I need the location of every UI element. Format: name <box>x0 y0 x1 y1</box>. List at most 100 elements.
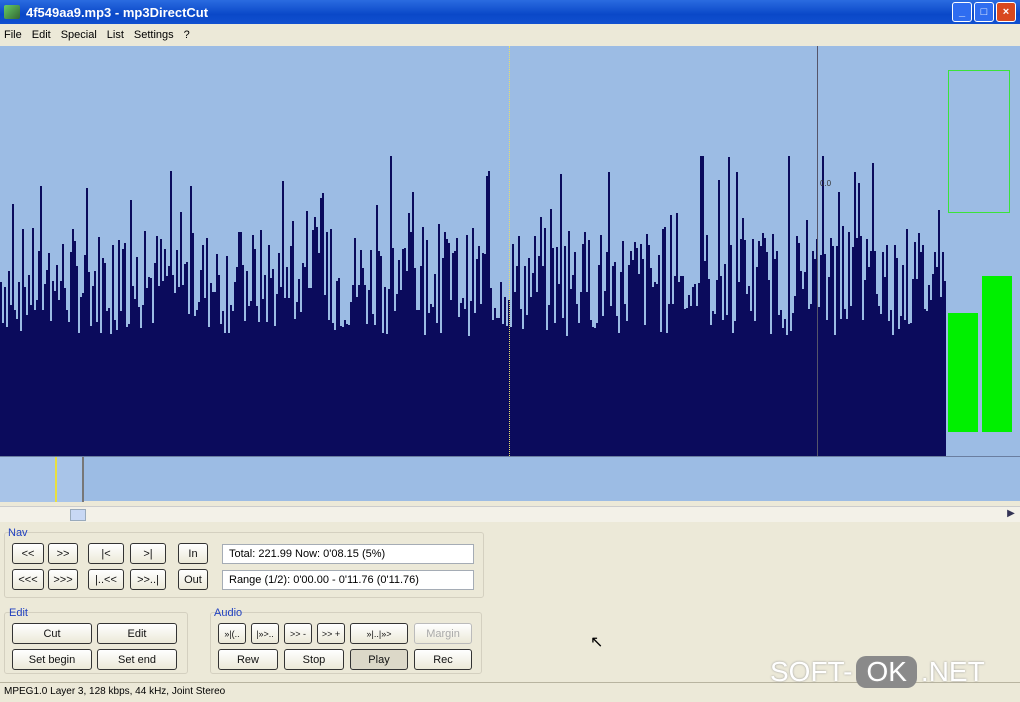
play-around-cut-button[interactable]: »|..|»> <box>350 623 408 644</box>
waveform-bar <box>212 291 214 456</box>
margin-button[interactable]: Margin <box>414 623 472 644</box>
play-to-cut-button[interactable]: »|(.. <box>218 623 246 644</box>
waveform-view[interactable]: 0.0 <box>0 46 1020 456</box>
waveform-bar <box>142 304 144 456</box>
waveform-bar <box>220 324 222 456</box>
waveform-bar <box>352 285 354 456</box>
waveform-bar <box>26 315 28 456</box>
speed-minus-button[interactable]: >> - <box>284 623 312 644</box>
close-button[interactable]: × <box>996 2 1016 22</box>
go-start-button[interactable]: |< <box>88 543 124 564</box>
waveform-bar <box>24 287 26 456</box>
waveform-bar <box>116 330 118 456</box>
waveform-bar <box>524 265 526 456</box>
waveform-bar <box>880 314 882 456</box>
waveform-bar <box>634 241 636 456</box>
minimize-button[interactable]: _ <box>952 2 972 22</box>
waveform-bar <box>532 272 534 456</box>
overview-strip[interactable] <box>0 456 1020 502</box>
waveform-bar <box>124 243 126 456</box>
waveform-bar <box>190 186 192 456</box>
waveform-bar <box>60 281 62 456</box>
waveform-bar <box>924 308 926 456</box>
fast-forward-button[interactable]: >>> <box>48 569 78 590</box>
waveform-bar <box>730 244 732 456</box>
menu-edit[interactable]: Edit <box>32 29 51 41</box>
waveform-bar <box>218 275 220 456</box>
waveform-bar <box>444 231 446 456</box>
waveform-bar <box>528 257 530 456</box>
edit-button[interactable]: Edit <box>97 623 177 644</box>
forward-button[interactable]: >> <box>48 543 78 564</box>
start-back-button[interactable]: |..<< <box>88 569 124 590</box>
waveform-bar <box>714 314 716 456</box>
waveform-bar <box>36 299 38 456</box>
cut-button[interactable]: Cut <box>12 623 92 644</box>
waveform-bar <box>374 324 376 456</box>
waveform-bar <box>588 239 590 456</box>
scroll-thumb[interactable] <box>70 509 86 521</box>
waveform-bar <box>48 252 50 456</box>
rew-button[interactable]: Rew <box>218 649 278 670</box>
waveform-bar <box>232 310 234 456</box>
stop-button[interactable]: Stop <box>284 649 344 670</box>
waveform-bar <box>726 315 728 456</box>
waveform-bar <box>318 253 320 456</box>
waveform-bar <box>464 308 466 456</box>
total-now-field: Total: 221.99 Now: 0'08.15 (5%) <box>222 544 474 564</box>
waveform-bar <box>804 272 806 456</box>
waveform-bar <box>760 245 762 456</box>
maximize-button[interactable]: □ <box>974 2 994 22</box>
waveform-bar <box>264 274 266 456</box>
waveform-bar <box>598 265 600 456</box>
waveform-bar <box>280 286 282 456</box>
waveform-bar <box>694 283 696 456</box>
waveform-bar <box>14 310 16 456</box>
out-button[interactable]: Out <box>178 569 208 590</box>
waveform-bar <box>920 251 922 456</box>
menu-special[interactable]: Special <box>61 29 97 41</box>
waveform-bar <box>42 309 44 456</box>
waveform-bar <box>620 272 622 456</box>
menu-settings[interactable]: Settings <box>134 29 174 41</box>
waveform-bar <box>64 287 66 456</box>
scroll-right-arrow-icon[interactable]: ▶ <box>1004 508 1018 522</box>
play-button[interactable]: Play <box>350 649 408 670</box>
set-end-button[interactable]: Set end <box>97 649 177 670</box>
waveform-bar <box>152 322 154 456</box>
menu-file[interactable]: File <box>4 29 22 41</box>
speed-plus-button[interactable]: >> + <box>317 623 345 644</box>
overview-selection[interactable] <box>0 457 84 502</box>
position-marker[interactable] <box>817 46 818 456</box>
waveform-bar <box>420 266 422 456</box>
waveform-bar <box>568 230 570 456</box>
waveform-bar <box>764 238 766 456</box>
go-end-button[interactable]: >| <box>130 543 166 564</box>
rec-button[interactable]: Rec <box>414 649 472 670</box>
waveform-bar <box>842 225 844 456</box>
fast-back-button[interactable]: <<< <box>12 569 44 590</box>
menu-list[interactable]: List <box>107 29 124 41</box>
play-from-cut-button[interactable]: |»>.. <box>251 623 279 644</box>
waveform-bar <box>230 305 232 456</box>
in-button[interactable]: In <box>178 543 208 564</box>
waveform-bar <box>40 186 42 456</box>
menu-help[interactable]: ? <box>184 29 190 41</box>
nav-label: Nav <box>8 527 28 539</box>
waveform-bar <box>656 284 658 456</box>
set-begin-button[interactable]: Set begin <box>12 649 92 670</box>
waveform-bar <box>100 333 102 456</box>
waveform-bar <box>638 273 640 456</box>
waveform-bar <box>722 319 724 456</box>
waveform-bar <box>94 271 96 456</box>
waveform-bar <box>140 327 142 456</box>
back-button[interactable]: << <box>12 543 44 564</box>
waveform-bar <box>88 271 90 456</box>
waveform-bar <box>752 239 754 456</box>
waveform-bar <box>276 294 278 456</box>
forward-end-button[interactable]: >>..| <box>130 569 166 590</box>
horizontal-scrollbar[interactable]: ▶ <box>0 506 1020 522</box>
waveform-bar <box>348 324 350 456</box>
waveform-bar <box>592 326 594 456</box>
waveform-bar <box>858 182 860 456</box>
